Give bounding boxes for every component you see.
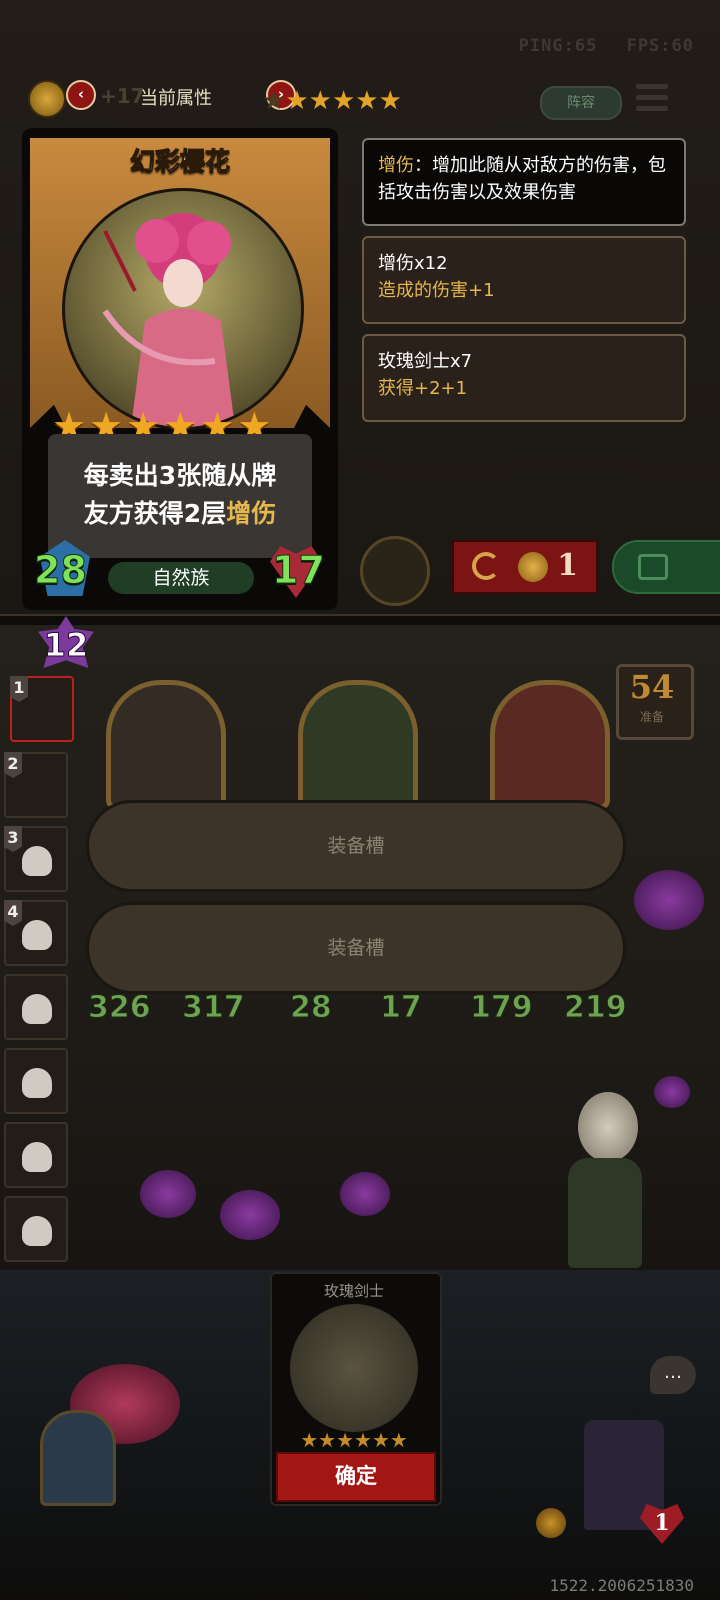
keyword-tooltip: 增伤：增加此随从对敌方的伤害，包括攻击伤害以及效果伤害 — [362, 138, 686, 226]
prev-attribute-button[interactable]: ‹ — [66, 80, 96, 110]
rank-stars: ★★★★★★ — [262, 86, 402, 116]
keyword-name: 增伤 — [378, 155, 414, 176]
trophy-icon — [536, 1508, 566, 1538]
equipment-slot-1[interactable]: 装备槽 — [86, 800, 626, 892]
tavern-upgrade-button[interactable] — [360, 536, 430, 606]
skull-icon — [22, 994, 52, 1024]
card-desc-keyword: 增伤 — [226, 499, 277, 528]
card-tribe: 自然族 — [108, 562, 254, 594]
card-name: 幻彩樱花 — [129, 147, 230, 177]
player-slot-1[interactable]: 1 — [10, 676, 74, 742]
minion-attack: 179 — [470, 990, 534, 1026]
player-slot-4[interactable]: 4 — [4, 900, 68, 966]
card-health: 17 — [272, 548, 326, 593]
card-desc-line-2: 友方获得2层增伤 — [48, 494, 312, 530]
refresh-icon — [472, 552, 500, 580]
lock-icon — [638, 554, 668, 580]
minion-attack: 28 — [290, 990, 333, 1026]
skull-icon — [22, 1216, 52, 1246]
board-minion-1[interactable] — [106, 680, 226, 810]
player-slot-2[interactable]: 2 — [4, 752, 68, 818]
card-attack: 28 — [34, 548, 88, 593]
slot-rank: 3 — [4, 826, 22, 852]
current-attributes-label: 当前属性 — [140, 88, 212, 109]
buff-panel-damage: 增伤x12 造成的伤害+1 — [362, 236, 686, 324]
skull-icon — [22, 920, 52, 950]
buff-title: 玫瑰剑士x7 — [378, 351, 473, 372]
buff-effect: 获得+2+1 — [378, 378, 468, 399]
buff-title: 增伤x12 — [378, 253, 448, 274]
menu-icon[interactable] — [636, 84, 668, 112]
shop-card-portrait — [290, 1304, 418, 1432]
coin-icon — [518, 552, 548, 582]
buff-effect: 造成的伤害+1 — [378, 280, 495, 301]
player-hero — [548, 1092, 658, 1282]
rose-decoration — [220, 1190, 280, 1240]
refresh-button[interactable]: 1 — [452, 540, 598, 594]
ping-readout: PING:65 — [518, 36, 598, 56]
keyword-text: ：增加此随从对敌方的伤害，包括攻击伤害以及效果伤害 — [378, 155, 666, 203]
slot-rank: 2 — [4, 752, 22, 778]
lock-button[interactable] — [612, 540, 720, 594]
player-slot-8[interactable] — [4, 1196, 68, 1262]
card-portrait — [62, 188, 304, 430]
lives-count: 1 — [654, 1510, 670, 1536]
board-minion-2[interactable] — [298, 680, 418, 810]
rose-decoration — [634, 870, 704, 930]
hero-power-portrait[interactable] — [40, 1410, 116, 1506]
gold-coin-icon — [28, 80, 66, 118]
tavern-level: 12 — [43, 626, 89, 665]
slot-rank: 4 — [4, 900, 22, 926]
equipment-slot-2[interactable]: 装备槽 — [86, 902, 626, 994]
skull-icon — [22, 1068, 52, 1098]
fps-readout: FPS:60 — [626, 36, 694, 56]
player-slot-5[interactable] — [4, 974, 68, 1040]
skull-icon — [22, 846, 52, 876]
confirm-button[interactable]: 确定 — [276, 1452, 436, 1502]
ready-count: 54 — [629, 668, 675, 706]
board-minion-3[interactable] — [490, 680, 610, 810]
lineup-button[interactable]: 阵容 — [540, 86, 622, 120]
chat-icon[interactable]: … — [650, 1356, 696, 1394]
minion-attack: 326 — [88, 990, 152, 1026]
rose-decoration — [654, 1076, 690, 1108]
shop-card-name: 玫瑰剑士 — [323, 1282, 384, 1300]
buff-panel-rose: 玫瑰剑士x7 获得+2+1 — [362, 334, 686, 422]
refresh-cost: 1 — [557, 548, 578, 583]
player-slot-6[interactable] — [4, 1048, 68, 1114]
minion-health: 317 — [182, 990, 246, 1026]
skull-icon — [22, 1142, 52, 1172]
network-stats: PING:65 FPS:60 — [501, 36, 694, 56]
ready-label: 准备 — [639, 710, 664, 724]
player-slot-3[interactable]: 3 — [4, 826, 68, 892]
minion-health: 17 — [380, 990, 423, 1026]
gold-bonus: +17 — [100, 84, 145, 108]
slot-rank: 1 — [10, 676, 28, 702]
card-desc-line-1: 每卖出3张随从牌 — [83, 461, 277, 490]
rose-decoration — [340, 1172, 390, 1216]
shop-card-stars: ★★★★★★ — [300, 1428, 408, 1452]
minion-health: 219 — [564, 990, 628, 1026]
player-slot-7[interactable] — [4, 1122, 68, 1188]
rose-decoration — [140, 1170, 196, 1218]
card-desc-prefix: 友方获得2层 — [83, 499, 227, 528]
debug-coordinates: 1522.2006251830 — [549, 1576, 695, 1595]
